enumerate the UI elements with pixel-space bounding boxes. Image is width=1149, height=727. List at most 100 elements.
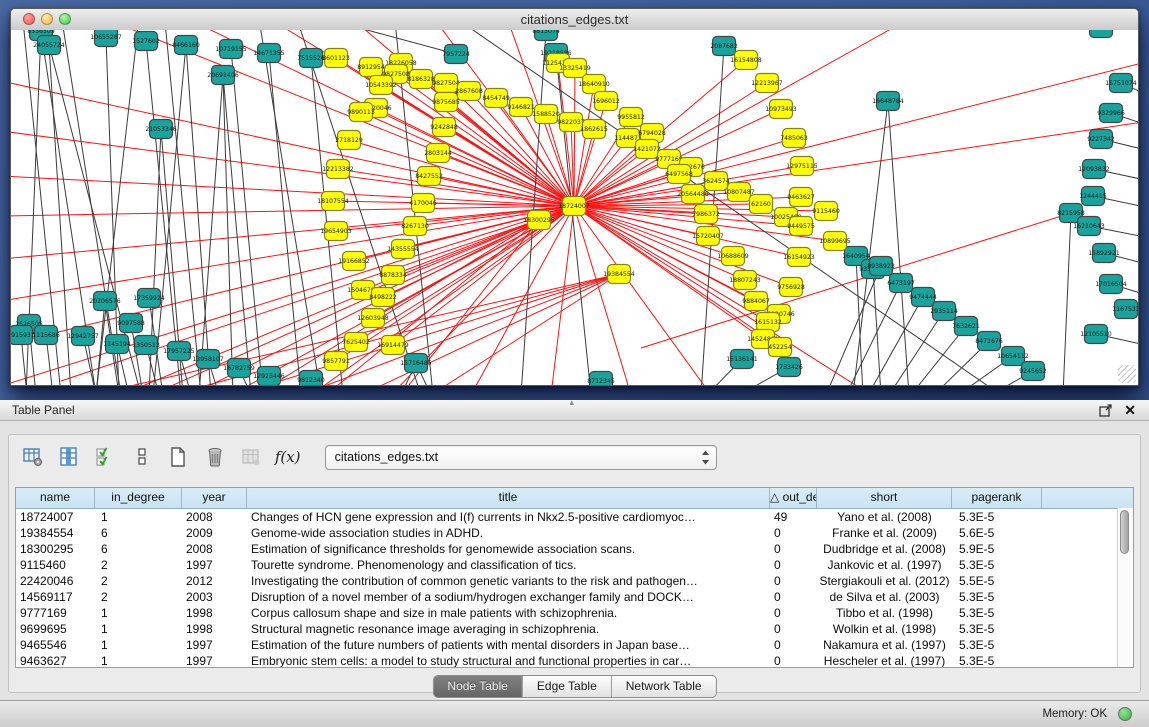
graph-node[interactable]: 14355554	[387, 240, 419, 259]
graph-edge[interactable]	[574, 206, 631, 385]
graph-node[interactable]: 6473197	[887, 274, 915, 293]
close-window-button[interactable]	[23, 13, 35, 25]
column-header[interactable]: pagerank	[952, 488, 1042, 508]
graph-node[interactable]: 18807243	[729, 271, 761, 290]
graph-node[interactable]: 20564486	[677, 185, 709, 204]
graph-node[interactable]: 19384554	[603, 265, 635, 284]
graph-node[interactable]: 15751074	[1105, 74, 1137, 93]
graph-edge[interactable]	[846, 283, 901, 385]
graph-node[interactable]: 10899695	[819, 232, 851, 251]
graph-node[interactable]: 2867608	[455, 82, 483, 101]
graph-node[interactable]: 12105510	[1080, 325, 1112, 344]
table-row[interactable]: 911546021997Tourette syndrome. Phenomeno…	[16, 557, 1133, 573]
graph-node[interactable]: 16154923	[783, 248, 815, 267]
graph-node[interactable]: 1350513	[132, 336, 160, 355]
graph-node[interactable]: 7625402	[342, 333, 370, 352]
graph-node[interactable]: 15716485	[400, 354, 432, 373]
graph-edge[interactable]	[889, 311, 944, 385]
graph-node[interactable]: 15136141	[726, 350, 758, 369]
graph-node[interactable]: 8878334	[379, 266, 407, 285]
graph-node[interactable]: 9449575	[787, 217, 815, 236]
graph-node[interactable]: 7485063	[780, 129, 808, 148]
graph-edge[interactable]	[471, 206, 574, 385]
tab-edge-table[interactable]: Edge Table	[523, 676, 612, 697]
graph-edge[interactable]	[574, 149, 647, 206]
graph-node[interactable]: 12213967	[751, 74, 783, 93]
column-header[interactable]: name	[16, 488, 95, 508]
graph-node[interactable]: 1115686	[32, 326, 60, 345]
graph-node[interactable]: 6497568	[665, 165, 693, 184]
graph-node[interactable]: 10688609	[717, 247, 749, 266]
graph-edge[interactable]	[868, 297, 923, 385]
graph-node[interactable]: 12213382	[322, 160, 354, 179]
table-settings-icon[interactable]	[19, 444, 46, 470]
table-row[interactable]: 2242004622012Investigating the contribut…	[16, 573, 1133, 589]
graph-node[interactable]: 16914479	[377, 336, 409, 355]
window-titlebar[interactable]: citations_edges.txt	[11, 9, 1138, 31]
graph-node[interactable]: 18640910	[578, 75, 610, 94]
row-height-icon[interactable]	[128, 444, 155, 470]
select-columns-icon[interactable]	[92, 444, 119, 470]
new-table-icon[interactable]	[165, 444, 192, 470]
graph-node[interactable]: 1733426	[775, 358, 803, 377]
graph-node[interactable]: 9097588	[117, 314, 145, 333]
graph-node[interactable]: 16648784	[872, 92, 904, 111]
column-header[interactable]: year	[182, 488, 247, 508]
graph-node[interactable]: 20206576	[89, 292, 121, 311]
graph-node[interactable]: 9857791	[322, 352, 350, 371]
graph-node[interactable]: 13958107	[192, 350, 224, 369]
graph-node[interactable]: 17359924	[133, 289, 165, 308]
graph-node[interactable]: 21053346	[145, 120, 177, 139]
graph-node[interactable]: 2718129	[335, 131, 363, 150]
graph-node[interactable]: 8813074	[532, 30, 560, 41]
minimize-window-button[interactable]	[41, 13, 53, 25]
graph-node[interactable]: 8938923	[867, 257, 895, 276]
table-row[interactable]: 1456911722003Disruption of a novel membe…	[16, 589, 1133, 605]
graph-node[interactable]: 4170046	[409, 194, 437, 213]
graph-node[interactable]: 9242848	[430, 118, 458, 137]
import-table-icon[interactable]	[238, 444, 265, 470]
table-row[interactable]: 946554611997Estimation of the future num…	[16, 637, 1133, 653]
graph-node[interactable]: 7515526	[297, 49, 325, 68]
graph-node[interactable]: 9890113	[347, 103, 375, 122]
graph-node[interactable]: 9329966	[1097, 104, 1125, 123]
table-scrollbar[interactable]	[1117, 508, 1133, 667]
function-builder-icon[interactable]: f(x)	[274, 444, 301, 470]
tab-network-table[interactable]: Network Table	[612, 676, 716, 697]
graph-node[interactable]: 8601123	[322, 49, 350, 68]
graph-edge[interactable]	[153, 45, 186, 385]
graph-node[interactable]: 9115460	[812, 202, 840, 221]
graph-node[interactable]: 12942757	[67, 327, 99, 346]
graph-node[interactable]: 9245652	[1019, 362, 1047, 381]
graph-node[interactable]: 9146821	[507, 98, 535, 117]
graph-edge[interactable]	[1063, 213, 1071, 385]
network-canvas[interactable]: 8536509240557241065528715276028466160206…	[11, 30, 1138, 385]
graph-edge[interactable]	[574, 138, 628, 206]
graph-node[interactable]: 9227342	[1087, 130, 1115, 149]
graph-node[interactable]: 8498222	[369, 288, 397, 307]
graph-edge[interactable]	[521, 31, 546, 385]
graph-node[interactable]: 62160	[750, 195, 773, 214]
graph-node[interactable]: 15892921	[1088, 244, 1120, 263]
graph-node[interactable]: 12923446	[253, 367, 285, 386]
graph-node[interactable]: 9812340	[297, 371, 325, 386]
graph-edge[interactable]	[853, 101, 888, 385]
table-row[interactable]: 1872400712008Changes of HCN gene express…	[16, 509, 1133, 525]
graph-node[interactable]: 12975115	[786, 157, 818, 176]
graph-node[interactable]: 15720407	[692, 227, 724, 246]
graph-edge[interactable]	[11, 206, 574, 346]
scrollbar-thumb[interactable]	[1120, 510, 1129, 554]
graph-node[interactable]: 7957224	[442, 45, 470, 64]
graph-node[interactable]: 16210643	[1073, 217, 1105, 236]
graph-node[interactable]: 2803144	[424, 144, 452, 163]
table-row[interactable]: 1938455462009Genome-wide association stu…	[16, 525, 1133, 541]
graph-node[interactable]: 1862615	[580, 120, 608, 139]
graph-node[interactable]: 8267130	[401, 217, 429, 236]
graph-node[interactable]: 8466160	[172, 36, 200, 55]
graph-edge[interactable]	[826, 266, 881, 385]
graph-node[interactable]: 10973493	[765, 100, 797, 119]
graph-edge[interactable]	[574, 68, 575, 206]
graph-node[interactable]: 7986372	[692, 205, 720, 224]
graph-node[interactable]: 8712345	[587, 372, 615, 386]
graph-node[interactable]: 9955812	[617, 108, 645, 127]
